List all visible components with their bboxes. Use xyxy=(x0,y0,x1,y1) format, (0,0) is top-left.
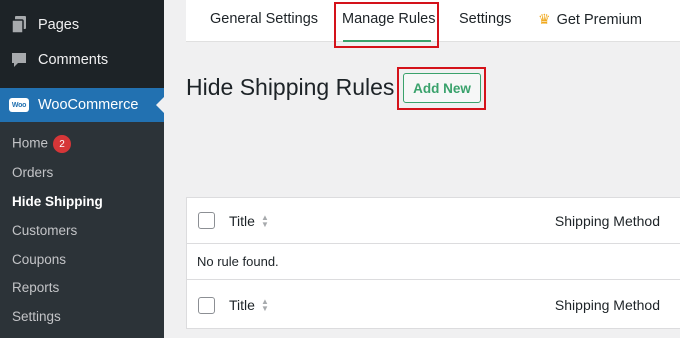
highlight-box-add-new xyxy=(397,67,486,110)
tab-settings[interactable]: Settings xyxy=(459,11,511,27)
sort-icon[interactable]: ▲ ▼ xyxy=(261,298,269,313)
rules-table: Title ▲ ▼ Shipping Method No rule found. … xyxy=(186,197,680,329)
sidebar-item-woocommerce[interactable]: Woo WooCommerce xyxy=(0,88,164,122)
column-header-title[interactable]: Title xyxy=(229,213,255,229)
sort-icon[interactable]: ▲ ▼ xyxy=(261,213,269,228)
woocommerce-submenu: Home 2 Orders Hide Shipping Customers Cou… xyxy=(0,122,164,338)
sidebar-item-comments[interactable]: Comments xyxy=(0,42,164,77)
woocommerce-logo-icon: Woo xyxy=(9,95,29,115)
submenu-item-label: Home xyxy=(12,135,49,151)
select-all-checkbox-footer[interactable] xyxy=(198,296,215,314)
column-footer-shipping-method: Shipping Method xyxy=(554,297,660,313)
highlight-box-manage-rules xyxy=(334,2,439,48)
column-header-shipping-method: Shipping Method xyxy=(554,212,660,229)
submenu-item-hide-shipping[interactable]: Hide Shipping xyxy=(12,194,103,209)
empty-message: No rule found. xyxy=(197,254,279,269)
sidebar-item-label: WooCommerce xyxy=(38,97,139,113)
sidebar-item-pages[interactable]: Pages xyxy=(0,7,164,42)
admin-sidebar: Pages Comments Woo WooCommerce Home 2 Ord… xyxy=(0,0,164,338)
table-footer-row: Title ▲ ▼ Shipping Method xyxy=(187,280,680,330)
page-title: Hide Shipping Rules xyxy=(186,74,395,100)
column-footer-title[interactable]: Title xyxy=(229,297,255,313)
submenu-item-home[interactable]: Home 2 xyxy=(12,135,72,153)
notification-badge: 2 xyxy=(53,135,72,153)
submenu-item-coupons[interactable]: Coupons xyxy=(12,252,66,267)
sidebar-item-label: Pages xyxy=(38,16,80,33)
tab-get-premium[interactable]: ♛ Get Premium xyxy=(538,11,642,28)
table-empty-row: No rule found. xyxy=(187,244,680,280)
pages-icon xyxy=(9,15,29,35)
submenu-item-orders[interactable]: Orders xyxy=(12,165,53,180)
submenu-item-customers[interactable]: Customers xyxy=(12,223,77,238)
crown-icon: ♛ xyxy=(538,11,551,27)
submenu-item-reports[interactable]: Reports xyxy=(12,280,59,295)
table-header-row: Title ▲ ▼ Shipping Method xyxy=(187,198,680,244)
tab-general-settings[interactable]: General Settings xyxy=(210,11,318,27)
comments-icon xyxy=(9,50,29,70)
sidebar-item-label: Comments xyxy=(38,51,109,68)
select-all-checkbox[interactable] xyxy=(198,212,215,229)
submenu-item-settings[interactable]: Settings xyxy=(12,309,61,324)
tab-label: Get Premium xyxy=(556,12,642,28)
